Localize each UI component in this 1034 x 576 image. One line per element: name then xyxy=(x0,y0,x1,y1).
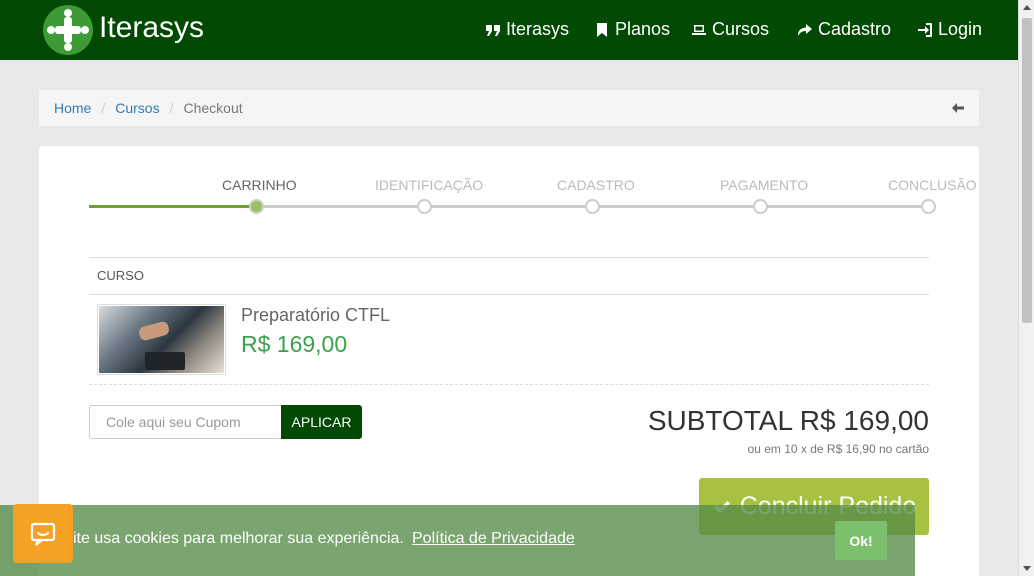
top-navbar: Iterasys Iterasys Planos Cursos Cadastro… xyxy=(0,0,1018,60)
nav-item-label: Login xyxy=(938,19,983,39)
table-divider xyxy=(89,257,929,258)
nav-item-login[interactable]: Login xyxy=(917,19,982,40)
nav-item-label: Iterasys xyxy=(506,19,570,39)
nav-item-iterasys[interactable]: Iterasys xyxy=(485,19,569,40)
breadcrumb-separator: / xyxy=(101,100,106,116)
step-dot-cadastro xyxy=(585,199,600,214)
nav-item-planos[interactable]: Planos xyxy=(594,19,670,40)
cookie-message: ite usa cookies para melhorar sua experi… xyxy=(73,530,404,547)
course-image xyxy=(99,306,224,373)
step-label-identificacao: IDENTIFICAÇÃO xyxy=(375,177,484,193)
step-dot-pagamento xyxy=(753,199,768,214)
course-price: R$ 169,00 xyxy=(241,331,348,357)
progress-line-done xyxy=(89,205,257,208)
nav-item-cursos[interactable]: Cursos xyxy=(691,19,769,40)
page-scrollbar[interactable] xyxy=(1018,0,1034,576)
column-header-curso: CURSO xyxy=(97,268,144,283)
course-name[interactable]: Preparatório CTFL xyxy=(241,305,390,326)
course-thumbnail[interactable] xyxy=(97,304,226,375)
nav-item-label: Cursos xyxy=(712,19,770,39)
subtotal: SUBTOTAL R$ 169,00 xyxy=(647,405,929,436)
step-dot-conclusao xyxy=(921,199,936,214)
step-label-conclusao: CONCLUSÃO xyxy=(888,177,977,193)
quote-icon xyxy=(486,24,500,36)
sign-in-icon xyxy=(918,22,932,37)
breadcrumb: Home / Cursos / Checkout xyxy=(39,90,979,126)
step-label-pagamento: PAGAMENTO xyxy=(720,177,809,193)
logo-icon[interactable] xyxy=(43,5,93,55)
nav-item-cadastro[interactable]: Cadastro xyxy=(797,19,891,40)
step-label-carrinho: CARRINHO xyxy=(222,177,297,193)
breadcrumb-cursos[interactable]: Cursos xyxy=(115,100,159,116)
laptop-icon xyxy=(692,24,706,35)
scroll-up-icon[interactable] xyxy=(1023,5,1031,10)
installments-text: ou em 10 x de R$ 16,90 no cartão xyxy=(747,442,929,456)
scroll-down-icon[interactable] xyxy=(1023,566,1031,571)
nav-item-label: Planos xyxy=(615,19,671,39)
step-dot-identificacao xyxy=(417,199,432,214)
brand-name[interactable]: Iterasys xyxy=(99,11,204,45)
chat-icon xyxy=(30,522,56,546)
coupon-input[interactable] xyxy=(89,405,282,439)
step-label-cadastro: CADASTRO xyxy=(557,177,635,193)
bookmark-icon xyxy=(597,22,607,37)
nav-item-label: Cadastro xyxy=(818,19,892,39)
apply-coupon-button[interactable]: APLICAR xyxy=(281,405,362,439)
table-divider xyxy=(89,294,929,295)
step-dot-carrinho xyxy=(249,199,264,214)
share-icon xyxy=(798,23,812,36)
breadcrumb-home[interactable]: Home xyxy=(54,100,91,116)
scroll-thumb[interactable] xyxy=(1022,18,1032,323)
breadcrumb-current: Checkout xyxy=(183,100,243,116)
cookie-chat-button[interactable] xyxy=(13,504,73,563)
cookie-ok-button[interactable]: Ok! xyxy=(835,521,887,560)
breadcrumb-separator: / xyxy=(169,100,174,116)
back-arrow-icon[interactable] xyxy=(951,101,965,115)
table-divider-dashed xyxy=(89,384,929,385)
privacy-policy-link[interactable]: Política de Privacidade xyxy=(412,530,575,548)
